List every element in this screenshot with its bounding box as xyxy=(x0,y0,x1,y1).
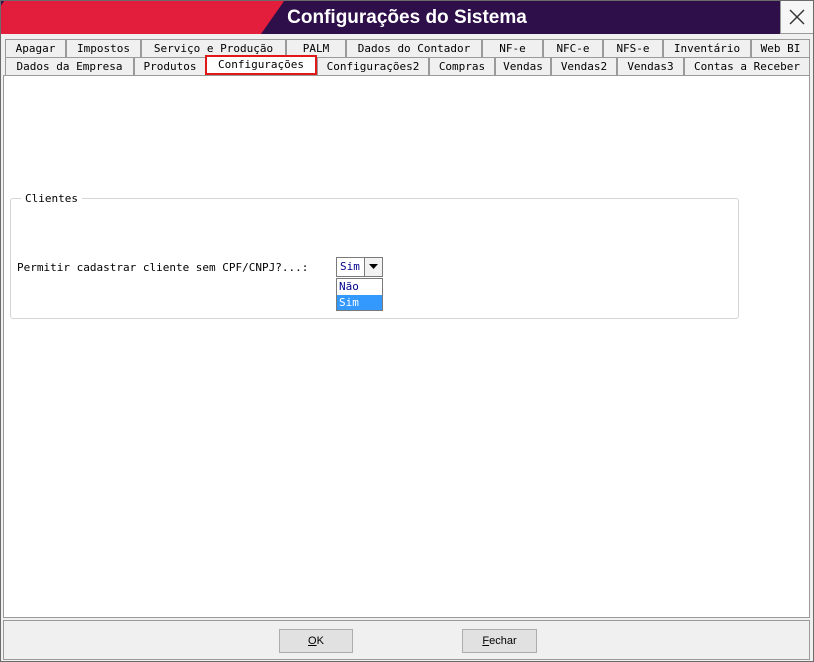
tab-impostos[interactable]: Impostos xyxy=(66,39,141,57)
tab-nfce[interactable]: NFC-e xyxy=(543,39,603,57)
tab-vendas[interactable]: Vendas xyxy=(495,57,551,75)
allow-client-without-cpf-select[interactable]: Sim xyxy=(336,257,383,277)
chevron-down-icon xyxy=(369,264,378,269)
tab-dados-contador[interactable]: Dados do Contador xyxy=(346,39,482,57)
select-value: Sim xyxy=(340,260,360,273)
close-icon xyxy=(789,9,805,25)
ok-label-rest: K xyxy=(316,635,324,647)
settings-window: Configurações do Sistema Apagar Impostos… xyxy=(0,0,814,662)
tab-inventario[interactable]: Inventário xyxy=(663,39,751,57)
tab-nfse[interactable]: NFS-e xyxy=(603,39,663,57)
fechar-button[interactable]: Fechar xyxy=(462,629,537,653)
tab-configuracoes2[interactable]: Configurações2 xyxy=(317,57,429,75)
allow-client-without-cpf-label: Permitir cadastrar cliente sem CPF/CNPJ?… xyxy=(17,261,309,274)
select-dropdown-button[interactable] xyxy=(364,258,382,276)
tab-compras[interactable]: Compras xyxy=(429,57,495,75)
tab-dados-empresa[interactable]: Dados da Empresa xyxy=(5,57,134,75)
tab-contas-a-receber[interactable]: Contas a Receber xyxy=(684,57,810,75)
tab-vendas2[interactable]: Vendas2 xyxy=(551,57,617,75)
tab-web-bi[interactable]: Web BI xyxy=(751,39,810,57)
clientes-group-legend: Clientes xyxy=(21,192,82,205)
tab-nfe[interactable]: NF-e xyxy=(482,39,543,57)
option-nao[interactable]: Não xyxy=(337,279,382,294)
title-bar: Configurações do Sistema xyxy=(1,1,813,34)
tab-apagar[interactable]: Apagar xyxy=(5,39,66,57)
tab-produtos[interactable]: Produtos xyxy=(134,57,206,75)
ok-accelerator: O xyxy=(308,635,317,647)
tab-vendas3[interactable]: Vendas3 xyxy=(617,57,684,75)
tab-configuracoes[interactable]: Configurações xyxy=(205,55,317,75)
button-bar xyxy=(3,620,810,660)
fechar-label-rest: echar xyxy=(489,635,517,647)
tab-content-panel xyxy=(3,75,810,618)
close-button[interactable] xyxy=(780,1,813,34)
select-dropdown-list: Não Sim xyxy=(336,278,383,311)
option-sim[interactable]: Sim xyxy=(337,295,382,310)
window-title: Configurações do Sistema xyxy=(287,7,527,28)
ok-button[interactable]: OK xyxy=(279,629,353,653)
